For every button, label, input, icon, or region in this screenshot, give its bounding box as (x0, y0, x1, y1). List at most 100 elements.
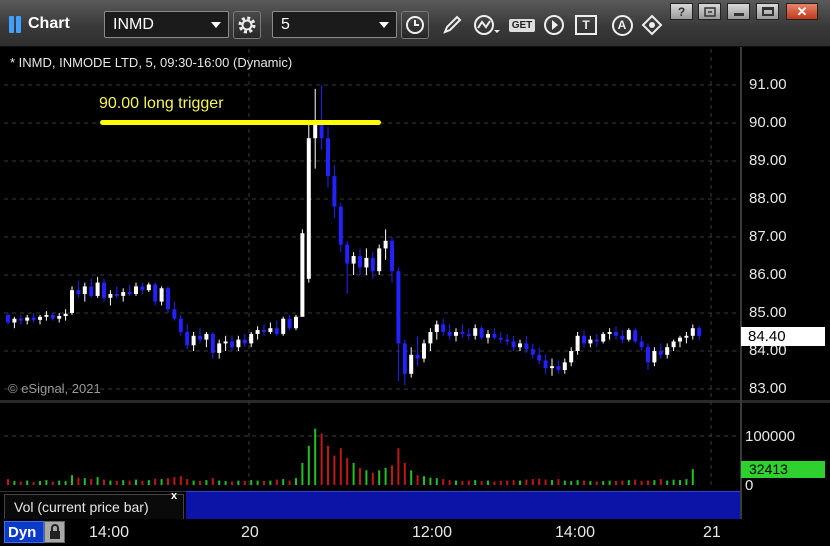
volume-bar (282, 479, 285, 485)
candle-body (146, 284, 151, 291)
candle-body (697, 328, 702, 336)
candle-body (665, 347, 670, 355)
chart-canvas (4, 49, 740, 489)
volume-bar (608, 480, 611, 485)
candle-body (140, 286, 145, 291)
candle-body (262, 330, 266, 332)
volume-bar (167, 478, 169, 485)
volume-bar (595, 481, 598, 485)
volume-bar (621, 480, 624, 485)
volume-bar (455, 480, 457, 485)
annotation-trigger-line[interactable] (100, 120, 381, 125)
candle-body (601, 333, 606, 342)
candle-body (524, 343, 529, 350)
last-price-label: 84.40 (741, 327, 825, 346)
candle-body (274, 328, 279, 334)
volume-bar (538, 478, 541, 485)
candle-body (50, 314, 55, 319)
volume-bar (135, 479, 137, 485)
candle-body (102, 282, 106, 298)
volume-bar (275, 479, 278, 485)
candle-body (166, 288, 170, 310)
candle-body (345, 244, 350, 264)
candle-body (473, 328, 478, 336)
candle-body (633, 330, 638, 342)
volume-bar (487, 480, 489, 485)
candle-body (569, 351, 574, 363)
volume-bar (378, 470, 381, 485)
price-tick: 91.00 (749, 76, 787, 93)
volume-bar (327, 445, 329, 485)
candle-body (319, 123, 324, 139)
volume-bar (339, 448, 342, 485)
volume-bar (83, 478, 86, 485)
volume-bar (461, 481, 464, 485)
volume-bar (128, 480, 131, 485)
volume-study-tab[interactable]: Vol (current price bar) (4, 494, 184, 519)
candle-body (236, 339, 241, 348)
candle-body (370, 257, 375, 272)
candle-body (6, 314, 10, 323)
candle-body (198, 335, 202, 340)
volume-bar (410, 470, 413, 485)
candle-body (25, 317, 30, 321)
volume-bar (371, 472, 374, 485)
price-tick: 88.00 (749, 190, 787, 207)
volume-bar (205, 480, 208, 485)
candle-body (313, 123, 318, 139)
volume-bar (333, 455, 336, 485)
candle-body (76, 290, 81, 294)
copyright-label: © eSignal, 2021 (8, 381, 101, 396)
candle-body (479, 328, 484, 338)
candle-body (447, 332, 452, 336)
candle-body (108, 294, 113, 298)
lock-button[interactable] (44, 521, 65, 543)
time-tick: 12:00 (412, 524, 453, 541)
volume-bar (320, 433, 323, 485)
volume-bar (218, 480, 221, 485)
volume-bar (39, 481, 41, 485)
candle-body (134, 286, 138, 294)
candle-body (678, 337, 682, 342)
volume-bar (589, 481, 592, 485)
volume-bar (90, 479, 93, 485)
volume-bar (314, 428, 317, 485)
volume-bar (288, 480, 291, 485)
candle-body (210, 333, 215, 353)
volume-bar (147, 480, 150, 485)
volume-bar (109, 480, 112, 485)
volume-bar (640, 481, 643, 485)
candle-body (178, 318, 183, 332)
volume-bar (576, 480, 579, 485)
volume-bar (666, 480, 669, 485)
volume-bar (64, 481, 67, 485)
candle-body (594, 339, 599, 342)
time-tick: 21 (703, 524, 721, 541)
candle-body (543, 360, 548, 369)
candle-body (690, 328, 695, 336)
candle-body (518, 343, 522, 348)
volume-tab-close-icon[interactable]: x (171, 490, 177, 502)
volume-bar (679, 480, 681, 485)
pane-tab-scroll-area[interactable] (186, 491, 740, 519)
volume-bar (627, 480, 630, 485)
volume-bar (352, 462, 355, 485)
candle-body (223, 341, 228, 344)
candle-body (287, 318, 292, 329)
candle-body (31, 317, 36, 320)
volume-bar (506, 480, 509, 485)
annotation-text[interactable]: 90.00 long trigger (99, 95, 224, 113)
volume-bar (263, 481, 265, 485)
volume-bar (391, 465, 393, 485)
candle-body (153, 284, 158, 302)
candle-body (390, 240, 394, 272)
volume-bar (71, 475, 73, 485)
volume-bar (179, 476, 182, 485)
volume-bar (295, 478, 297, 485)
candle-body (332, 176, 337, 207)
candle-body (415, 354, 420, 359)
dynamic-mode-button[interactable]: Dyn (4, 521, 44, 543)
volume-bar (544, 479, 547, 485)
candle-body (294, 316, 298, 329)
candle-body (671, 341, 676, 348)
